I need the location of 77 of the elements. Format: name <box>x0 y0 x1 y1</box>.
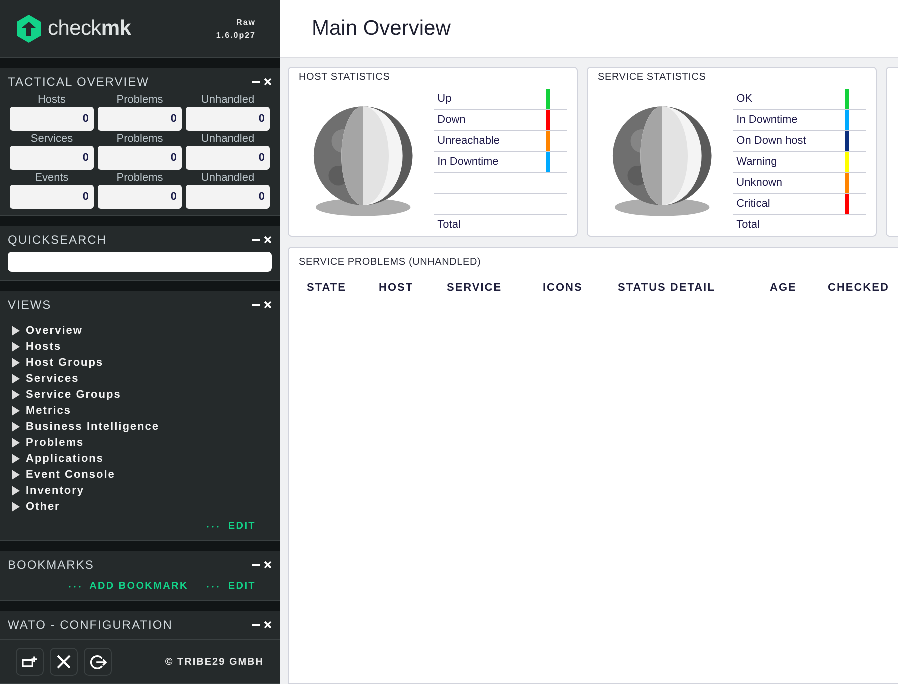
close-icon[interactable] <box>264 301 272 309</box>
view-group-item[interactable]: Overview <box>26 325 83 337</box>
panel-title: BOOKMARKS <box>8 558 94 572</box>
close-icon[interactable] <box>264 561 272 569</box>
panel-heading: SERVICE PROBLEMS (UNHANDLED) <box>299 257 482 268</box>
legend-label: Critical <box>736 197 770 212</box>
stat-count[interactable]: 0 <box>186 107 270 131</box>
stat-label: Events <box>34 172 70 185</box>
legend-label: In Downtime <box>736 113 798 128</box>
view-group-item[interactable]: Event Console <box>26 469 116 481</box>
stat-label: Services <box>30 133 74 146</box>
stat-label: Problems <box>116 133 164 146</box>
view-group-item[interactable]: Metrics <box>26 405 72 417</box>
legend-label: Unknown <box>736 176 783 191</box>
view-group-item[interactable]: Business Intelligence <box>26 421 160 433</box>
column-header[interactable]: STATUS DETAIL <box>618 282 770 294</box>
view-group-item[interactable]: Inventory <box>26 485 85 497</box>
panel-title: QUICKSEARCH <box>8 233 108 247</box>
view-group-item[interactable]: Other <box>26 501 60 513</box>
legend-label: On Down host <box>736 134 806 149</box>
stat-count[interactable]: 0 <box>10 107 94 131</box>
column-header[interactable]: STATE <box>307 282 379 294</box>
panel-title: WATO - CONFIGURATION <box>8 618 173 632</box>
stat-label: Unhandled <box>200 94 256 107</box>
page-title: Main Overview <box>312 16 451 40</box>
stat-count[interactable]: 0 <box>98 107 182 131</box>
version-label: 1.6.0p27 <box>216 30 256 40</box>
stat-count[interactable]: 0 <box>10 146 94 170</box>
logo-text: checkmk <box>48 16 132 40</box>
tools-button[interactable] <box>50 648 78 676</box>
card-title: SERVICE STATISTICS <box>598 72 708 83</box>
column-header[interactable]: SERVICE <box>447 282 543 294</box>
close-icon[interactable] <box>264 621 272 629</box>
add-snapin-button[interactable] <box>16 648 44 676</box>
stat-count[interactable]: 0 <box>186 146 270 170</box>
legend-label: Down <box>436 113 466 128</box>
column-header[interactable]: AGE <box>770 282 828 294</box>
total-label: Total <box>436 218 461 233</box>
stat-count[interactable]: 0 <box>186 185 270 209</box>
column-header[interactable]: CHECKED <box>828 282 898 294</box>
legend-label: Warning <box>736 155 778 170</box>
add-bookmark-link[interactable]: ADD BOOKMARK <box>90 581 188 592</box>
edit-link[interactable]: EDIT <box>228 521 256 532</box>
stat-label: Unhandled <box>200 133 256 146</box>
column-header[interactable]: ICONS <box>543 282 618 294</box>
card-title: HOST STATISTICS <box>299 72 392 83</box>
stat-label: Unhandled <box>200 172 256 185</box>
view-group-item[interactable]: Applications <box>26 453 104 465</box>
stat-count[interactable]: 0 <box>98 146 182 170</box>
legend-label: OK <box>736 92 753 107</box>
stat-label: Problems <box>116 172 164 185</box>
close-icon[interactable] <box>264 78 272 86</box>
panel-title: VIEWS <box>8 298 52 312</box>
view-group-item[interactable]: Services <box>26 373 80 385</box>
edit-link[interactable]: EDIT <box>228 581 256 592</box>
panel-title: TACTICAL OVERVIEW <box>8 75 150 89</box>
legend-label: Unreachable <box>436 134 500 149</box>
edition-label: Raw <box>236 18 256 26</box>
search-field[interactable] <box>8 252 272 272</box>
view-group-item[interactable]: Service Groups <box>26 389 122 401</box>
logout-icon <box>90 654 106 670</box>
logout-button[interactable] <box>84 648 112 676</box>
logo-icon <box>16 14 42 42</box>
stat-label: Hosts <box>36 94 68 107</box>
copyright-text: © TRIBE29 GMBH <box>165 656 264 668</box>
stat-count[interactable]: 0 <box>98 185 182 209</box>
view-group-item[interactable]: Host Groups <box>26 357 104 369</box>
view-group-item[interactable]: Hosts <box>26 341 62 353</box>
legend-label: In Downtime <box>436 155 499 170</box>
close-icon[interactable] <box>264 236 272 244</box>
legend-label: Up <box>436 92 452 107</box>
column-header[interactable]: HOST <box>379 282 447 294</box>
view-group-item[interactable]: Problems <box>26 437 84 449</box>
stat-label: Problems <box>116 94 164 107</box>
stat-count[interactable]: 0 <box>10 185 94 209</box>
add-panel-icon <box>21 655 39 669</box>
total-label: Total <box>736 218 760 233</box>
